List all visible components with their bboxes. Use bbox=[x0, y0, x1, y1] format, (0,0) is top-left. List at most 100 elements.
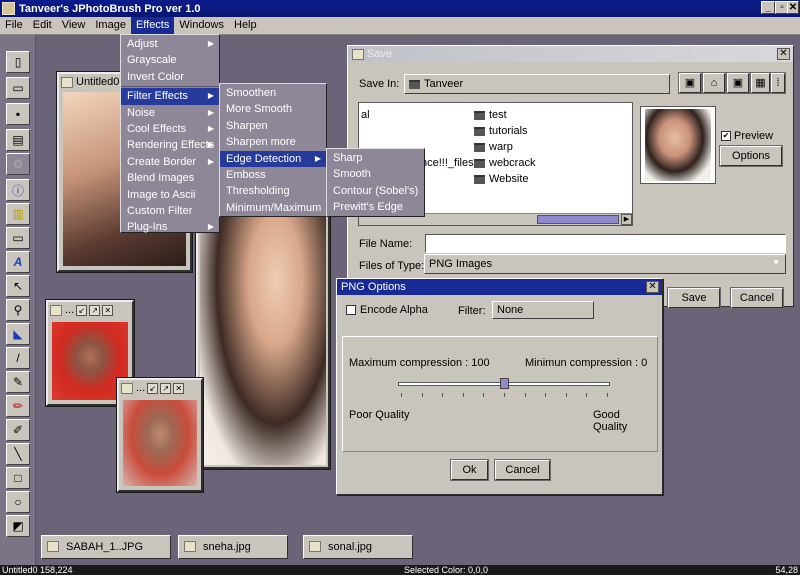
task-button-sneha[interactable]: sneha.jpg bbox=[178, 535, 288, 559]
save-file-icon[interactable]: ▪ bbox=[6, 103, 30, 125]
restore-icon[interactable]: ↙ bbox=[147, 382, 159, 394]
list-item[interactable]: Website bbox=[474, 171, 535, 187]
menu-item-cool-effects[interactable]: Cool Effects ▶ bbox=[121, 121, 219, 137]
menu-effects[interactable]: Effects bbox=[130, 17, 175, 34]
up-folder-icon[interactable]: ▣ bbox=[679, 73, 701, 93]
print-icon[interactable]: ▤ bbox=[6, 129, 30, 151]
new-folder-icon[interactable]: ▣ bbox=[727, 73, 749, 93]
png-options-dialog: PNG Options ✕ Encode Alpha Filter: None M… bbox=[336, 278, 663, 495]
menu-file[interactable]: File bbox=[0, 17, 28, 34]
open-file-icon[interactable]: ▭ bbox=[6, 77, 30, 99]
menu-item-thresholding[interactable]: Thresholding bbox=[220, 183, 326, 199]
preview-checkbox[interactable]: ✔ Preview bbox=[721, 130, 773, 142]
close-icon[interactable]: ✕ bbox=[173, 382, 185, 394]
disabled-tool-icon: ⚙ bbox=[6, 153, 30, 175]
ellipse-tool-icon[interactable]: ○ bbox=[6, 491, 30, 513]
options-button[interactable]: Options bbox=[720, 146, 782, 166]
menu-edit[interactable]: Edit bbox=[28, 17, 57, 34]
list-item[interactable]: warp bbox=[474, 139, 535, 155]
menu-item-invert-color[interactable]: Invert Color bbox=[121, 69, 219, 85]
menu-item-adjust[interactable]: Adjust ▶ bbox=[121, 36, 219, 52]
menu-item-sharp[interactable]: Sharp bbox=[327, 150, 424, 166]
image-file-icon bbox=[309, 541, 321, 552]
menu-help[interactable]: Help bbox=[229, 17, 262, 34]
task-button-sonal[interactable]: sonal.jpg bbox=[303, 535, 413, 559]
close-icon[interactable]: ✕ bbox=[102, 304, 114, 316]
menu-item-rendering-effects[interactable]: Rendering Effects ▶ bbox=[121, 137, 219, 153]
menu-item-blend-images[interactable]: Blend Images bbox=[121, 170, 219, 186]
file-type-select[interactable]: PNG Images ▼ bbox=[424, 254, 786, 274]
menu-item-smoothen[interactable]: Smoothen bbox=[220, 85, 326, 101]
menu-item-contour-sobel[interactable]: Contour (Sobel's) bbox=[327, 183, 424, 199]
image-frame-large[interactable] bbox=[196, 197, 330, 469]
scroll-right-icon[interactable]: ▶ bbox=[621, 214, 632, 225]
frame-title: ... bbox=[136, 382, 146, 394]
save-in-select[interactable]: Tanveer bbox=[404, 74, 670, 94]
palette-icon[interactable]: ▥ bbox=[6, 203, 30, 225]
rectangle-select-icon[interactable]: ▭ bbox=[6, 227, 30, 249]
pointer-icon[interactable]: ↖ bbox=[6, 275, 30, 297]
menu-item-emboss[interactable]: Emboss bbox=[220, 167, 326, 183]
scrollbar-thumb[interactable] bbox=[537, 215, 619, 224]
list-view-icon[interactable]: ▦ bbox=[751, 73, 770, 93]
eraser-icon[interactable]: ◩ bbox=[6, 515, 30, 537]
task-button-sabah[interactable]: SABAH_1..JPG bbox=[41, 535, 171, 559]
menu-item-smooth[interactable]: Smooth bbox=[327, 166, 424, 182]
minimize-button[interactable]: _ bbox=[761, 1, 775, 14]
save-dialog-title: Save bbox=[367, 48, 393, 60]
home-icon[interactable]: ⌂ bbox=[703, 73, 725, 93]
close-button[interactable]: ✕ bbox=[787, 1, 799, 14]
list-item[interactable]: nce!!!_files bbox=[421, 155, 474, 171]
fill-bucket-icon[interactable]: ◣ bbox=[6, 323, 30, 345]
list-item[interactable]: tutorials bbox=[474, 123, 535, 139]
restore-icon[interactable]: ↙ bbox=[76, 304, 88, 316]
pencil-icon[interactable]: ✏ bbox=[6, 395, 30, 417]
line-tool-icon[interactable]: ╲ bbox=[6, 443, 30, 465]
maximize-icon[interactable]: ↗ bbox=[89, 304, 101, 316]
airbrush-icon[interactable]: ✐ bbox=[6, 419, 30, 441]
menu-image[interactable]: Image bbox=[90, 17, 131, 34]
menu-item-minimum-maximum[interactable]: Minimum/Maximum bbox=[220, 200, 326, 216]
maximize-icon[interactable]: ↗ bbox=[160, 382, 172, 394]
file-name-field[interactable] bbox=[425, 234, 786, 253]
new-file-icon[interactable]: ▯ bbox=[6, 51, 30, 73]
menu-item-edge-detection[interactable]: Edge Detection ▶ bbox=[220, 150, 326, 167]
menu-item-image-to-ascii[interactable]: Image to Ascii bbox=[121, 187, 219, 203]
list-item[interactable]: test bbox=[474, 107, 535, 123]
menu-item-filter-effects[interactable]: Filter Effects ▶ bbox=[121, 88, 219, 105]
menu-view[interactable]: View bbox=[57, 17, 91, 34]
text-tool-icon[interactable]: A bbox=[6, 251, 30, 273]
encode-alpha-checkbox[interactable]: Encode Alpha bbox=[346, 304, 428, 316]
menu-item-sharpen-more[interactable]: Sharpen more bbox=[220, 134, 326, 150]
menu-windows[interactable]: Windows bbox=[174, 17, 229, 34]
menu-item-grayscale[interactable]: Grayscale bbox=[121, 52, 219, 68]
menu-item-sharpen[interactable]: Sharpen bbox=[220, 118, 326, 134]
menu-item-create-border[interactable]: Create Border ▶ bbox=[121, 154, 219, 170]
info-icon[interactable]: ⓘ bbox=[6, 179, 30, 201]
submenu-arrow-icon: ▶ bbox=[207, 222, 214, 232]
save-button[interactable]: Save bbox=[668, 288, 720, 308]
menu-item-noise[interactable]: Noise ▶ bbox=[121, 105, 219, 121]
list-item[interactable]: webcrack bbox=[474, 155, 535, 171]
details-view-icon[interactable]: ⁞ bbox=[771, 73, 785, 93]
slider-thumb[interactable] bbox=[500, 378, 509, 389]
brush-icon[interactable]: ✎ bbox=[6, 371, 30, 393]
menu-item-more-smooth[interactable]: More Smooth bbox=[220, 101, 326, 117]
rectangle-tool-icon[interactable]: □ bbox=[6, 467, 30, 489]
zoom-icon[interactable]: ⚲ bbox=[6, 299, 30, 321]
cancel-button[interactable]: Cancel bbox=[731, 288, 783, 308]
file-type-value: PNG Images bbox=[429, 258, 492, 270]
filter-select[interactable]: None bbox=[492, 301, 594, 319]
folder-icon bbox=[474, 174, 485, 184]
close-icon[interactable]: ✕ bbox=[646, 281, 659, 293]
image-frame-small-2[interactable]: ... ↙ ↗ ✕ bbox=[117, 378, 203, 492]
list-item[interactable]: al bbox=[361, 107, 474, 123]
cancel-button[interactable]: Cancel bbox=[495, 460, 550, 480]
edge-detection-submenu: Sharp Smooth Contour (Sobel's) Prewitt's… bbox=[326, 148, 425, 217]
menu-item-custom-filter[interactable]: Custom Filter bbox=[121, 203, 219, 219]
menu-item-plug-ins[interactable]: Plug-Ins ▶ bbox=[121, 219, 219, 235]
menu-item-prewitt-edge[interactable]: Prewitt's Edge bbox=[327, 199, 424, 215]
eyedropper-icon[interactable]: / bbox=[6, 347, 30, 369]
close-icon[interactable]: ✕ bbox=[777, 48, 790, 60]
ok-button[interactable]: Ok bbox=[451, 460, 488, 480]
